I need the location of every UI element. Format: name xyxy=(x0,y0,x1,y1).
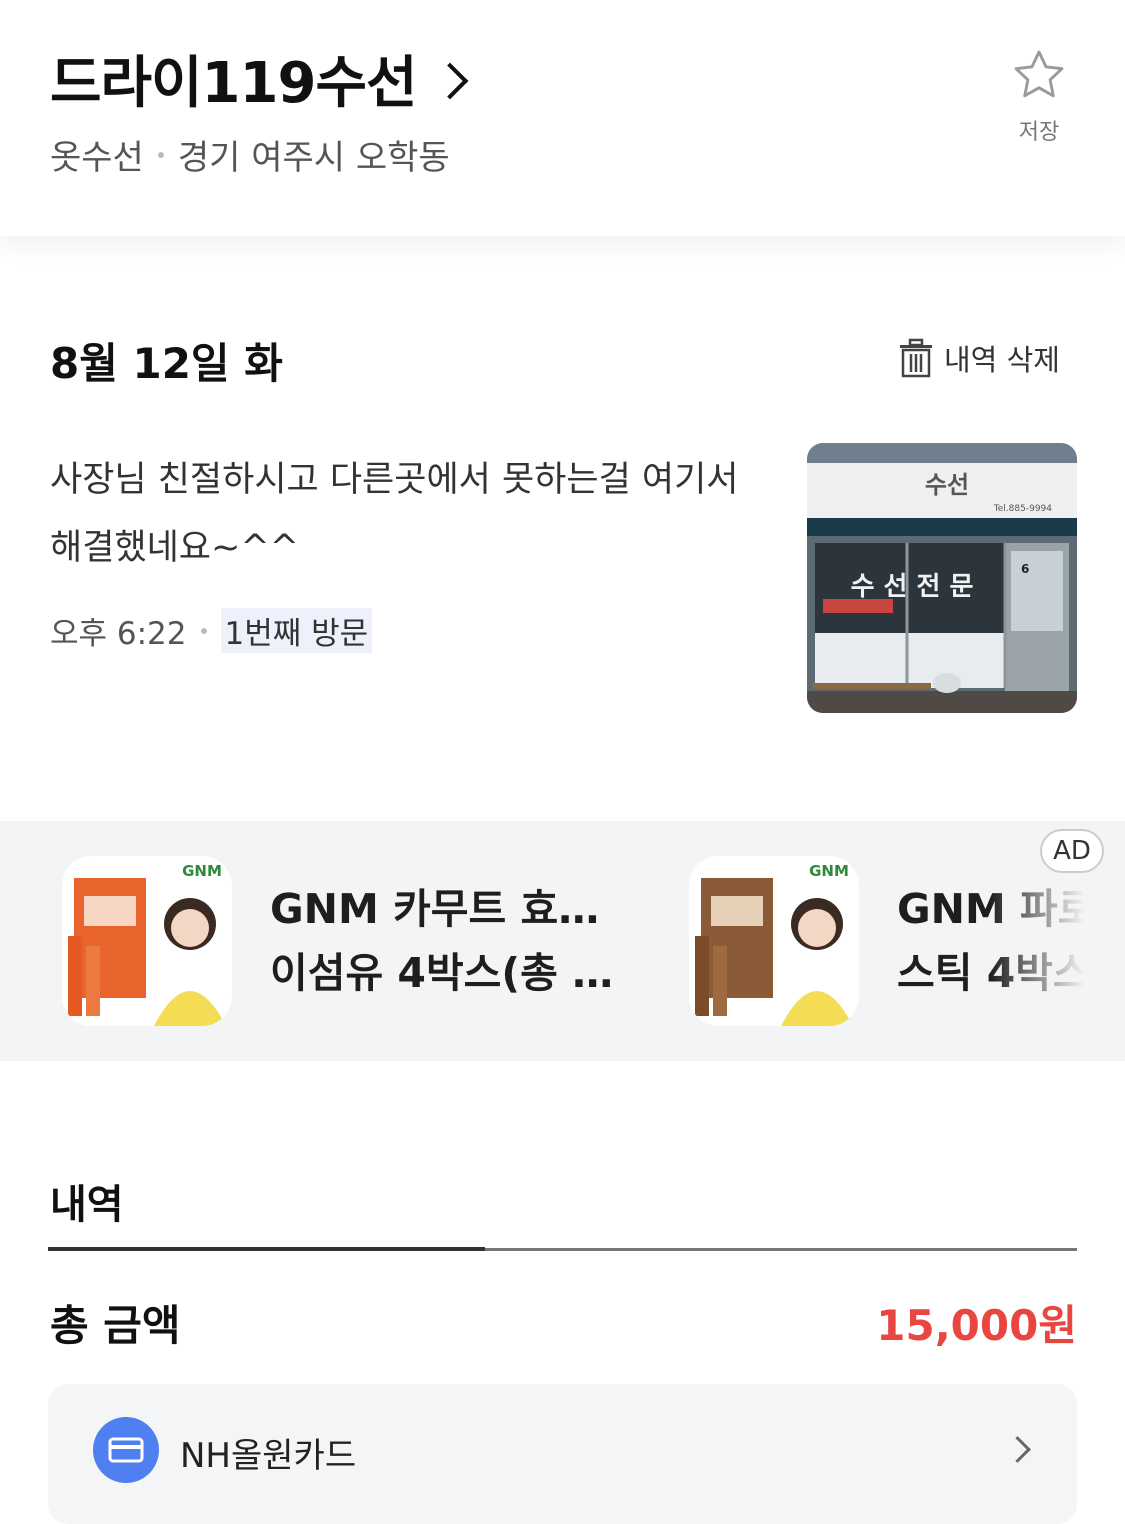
save-button[interactable]: 저장 xyxy=(1000,46,1078,146)
total-label: 총 금액 xyxy=(50,1301,181,1350)
ad-brand: GNM xyxy=(809,862,849,880)
ad-banner[interactable]: GNM GNM 카무트 효소 식 이섬유 4박스(총 1... GNM GNM … xyxy=(0,821,1125,1061)
visit-count: 1번째 방문 xyxy=(220,608,373,653)
sign-top-text: 수선 xyxy=(925,471,969,499)
product-image: GNM xyxy=(62,856,232,1026)
ad-title: GNM 카무트 효소 식 이섬유 4박스(총 1... xyxy=(270,877,630,1005)
ad-title-line: 이섬유 4박스(총 1... xyxy=(270,949,630,997)
ad-item[interactable]: GNM GNM 카무트 효소 식 이섬유 4박스(총 1... xyxy=(62,856,630,1026)
chevron-right-icon xyxy=(431,62,468,99)
total-amount: 15,000원 xyxy=(876,1301,1077,1350)
store-subtitle: 옷수선 경기 여주시 오학동 xyxy=(50,130,450,179)
payment-method-row[interactable]: NH올원카드 xyxy=(48,1384,1077,1524)
door-number: 6 xyxy=(1021,562,1029,576)
separator-dot xyxy=(200,627,207,634)
store-name: 드라이119수선 xyxy=(50,51,417,116)
store-header: 드라이119수선 옷수선 경기 여주시 오학동 저장 xyxy=(0,0,1125,236)
storefront-image: 수선 Tel.885-9994 수 선 전 문 6 xyxy=(807,443,1077,713)
store-category: 옷수선 xyxy=(50,138,144,178)
sign-main-text: 수 선 전 문 xyxy=(851,572,974,602)
review-date: 8월 12일 화 xyxy=(50,339,283,388)
review-text: 사장님 친절하시고 다른곳에서 못하는걸 여기서 해결했네요~^^ xyxy=(50,460,739,568)
trash-icon xyxy=(900,338,932,378)
save-label: 저장 xyxy=(1018,120,1060,145)
delete-history-label: 내역 삭제 xyxy=(944,343,1060,377)
separator-dot xyxy=(157,151,164,158)
card-icon xyxy=(93,1417,159,1483)
ad-thumbnail: GNM xyxy=(689,856,859,1026)
payment-card-name: NH올원카드 xyxy=(180,1436,357,1476)
tab-active-indicator xyxy=(48,1247,485,1251)
chevron-right-icon xyxy=(1004,1436,1031,1463)
review-time: 오후 6:22 xyxy=(50,616,187,652)
star-icon xyxy=(1014,50,1064,98)
delete-history-button[interactable]: 내역 삭제 xyxy=(898,337,1060,379)
review-photo[interactable]: 수선 Tel.885-9994 수 선 전 문 6 xyxy=(807,443,1077,713)
ad-badge[interactable]: AD xyxy=(1040,829,1104,873)
ad-thumbnail: GNM xyxy=(62,856,232,1026)
ad-title-line: GNM 카무트 효소 식 xyxy=(270,885,630,933)
tab-history[interactable]: 내역 xyxy=(50,1172,124,1230)
ad-brand: GNM xyxy=(182,862,222,880)
credit-card-icon xyxy=(108,1437,144,1463)
sign-phone-text: Tel.885-9994 xyxy=(993,504,1052,514)
store-title-link[interactable]: 드라이119수선 xyxy=(50,38,468,119)
store-location: 경기 여주시 오학동 xyxy=(177,138,450,178)
product-image: GNM xyxy=(689,856,859,1026)
review-meta: 오후 6:22 1번째 방문 xyxy=(50,608,373,653)
